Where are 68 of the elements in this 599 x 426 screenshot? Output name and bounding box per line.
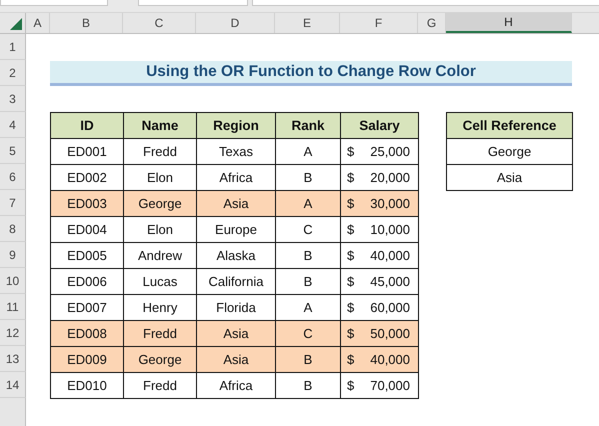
column-heading: Region	[196, 112, 276, 139]
currency-sign: $	[347, 274, 354, 289]
currency-sign: $	[347, 196, 354, 211]
row-header[interactable]: 11	[0, 294, 26, 320]
table-cell: George	[446, 138, 573, 165]
salary-value: 70,000	[370, 378, 410, 393]
name-box[interactable]	[0, 0, 108, 6]
row-header[interactable]: 3	[0, 86, 26, 112]
column-heading: Name	[123, 112, 197, 139]
column-heading: Salary	[340, 112, 419, 139]
currency-sign: $	[347, 352, 354, 367]
table-cell: ED008	[50, 320, 124, 347]
table-cell: Fredd	[123, 320, 197, 347]
column-header[interactable]: H	[446, 13, 572, 33]
table-cell: Asia	[196, 346, 276, 373]
row-header[interactable]: 12	[0, 320, 26, 346]
row-header[interactable]: 9	[0, 242, 26, 268]
formula-bar[interactable]	[252, 0, 599, 6]
row-header[interactable]: 10	[0, 268, 26, 294]
currency-sign: $	[347, 326, 354, 341]
column-header[interactable]: F	[340, 13, 418, 33]
column-header[interactable]: D	[196, 13, 275, 33]
row-header[interactable]: 2	[0, 60, 26, 86]
corner-triangle-icon	[10, 18, 22, 30]
table-cell: ED003	[50, 190, 124, 217]
row-header[interactable]: 7	[0, 190, 26, 216]
currency-sign: $	[347, 222, 354, 237]
table-cell: A	[275, 190, 341, 217]
table-cell: ED009	[50, 346, 124, 373]
column-heading: Rank	[275, 112, 341, 139]
currency-sign: $	[347, 300, 354, 315]
salary-value: 20,000	[370, 170, 410, 185]
row-header[interactable]: 14	[0, 372, 26, 398]
salary-value: 40,000	[370, 352, 410, 367]
row-header[interactable]: 8	[0, 216, 26, 242]
row-header[interactable]: 5	[0, 138, 26, 164]
row-header[interactable]: 1	[0, 34, 26, 60]
salary-value: 40,000	[370, 248, 410, 263]
column-header[interactable]: B	[50, 13, 123, 33]
table-cell: George	[123, 346, 197, 373]
row-header[interactable]: 13	[0, 346, 26, 372]
column-heading: ID	[50, 112, 124, 139]
salary-value: 50,000	[370, 326, 410, 341]
currency-sign: $	[347, 144, 354, 159]
column-heading: Cell Reference	[446, 112, 573, 139]
salary-value: 30,000	[370, 196, 410, 211]
currency-sign: $	[347, 378, 354, 393]
table-cell: ED010	[50, 372, 124, 399]
row-header[interactable]: 6	[0, 164, 26, 190]
row-header[interactable]: 4	[0, 112, 26, 138]
salary-value: 45,000	[370, 274, 410, 289]
currency-sign: $	[347, 170, 354, 185]
table-cell: Asia	[196, 320, 276, 347]
currency-sign: $	[347, 248, 354, 263]
table-cell: George	[123, 190, 197, 217]
column-header[interactable]: E	[275, 13, 340, 33]
table-cell: B	[275, 346, 341, 373]
sheet-title: Using the OR Function to Change Row Color	[50, 61, 572, 86]
column-header[interactable]: A	[26, 13, 50, 33]
salary-value: 10,000	[370, 222, 410, 237]
function-box[interactable]	[138, 0, 248, 6]
column-header[interactable]: C	[123, 13, 196, 33]
table-cell: Asia	[446, 164, 573, 191]
table-cell: C	[275, 320, 341, 347]
table-cell: Asia	[196, 190, 276, 217]
salary-value: 60,000	[370, 300, 410, 315]
row-header-strip	[0, 398, 26, 426]
salary-value: 25,000	[370, 144, 410, 159]
